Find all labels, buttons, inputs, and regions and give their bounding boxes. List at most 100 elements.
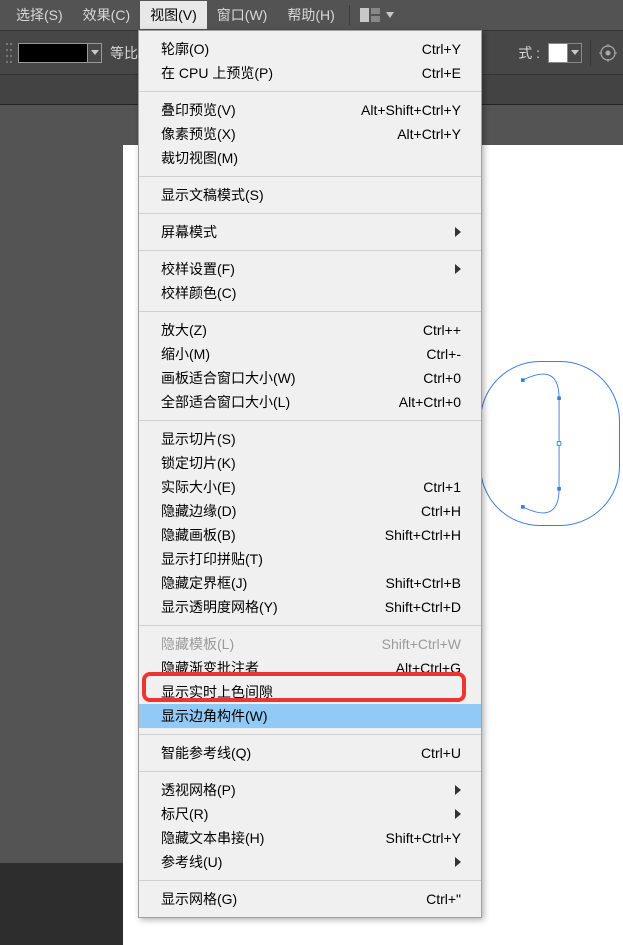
menu-item[interactable]: 校样颜色(C)	[139, 281, 481, 305]
menu-item-shortcut: Alt+Shift+Ctrl+Y	[361, 102, 461, 118]
toolbar-grip[interactable]	[6, 40, 12, 66]
menu-item[interactable]: 叠印预览(V) Alt+Shift+Ctrl+Y	[139, 98, 481, 122]
menu-item-shortcut: Alt+Ctrl+Y	[397, 126, 461, 142]
menu-item[interactable]: 显示透明度网格(Y) Shift+Ctrl+D	[139, 595, 481, 619]
menu-item-label: 像素预览(X)	[161, 124, 387, 144]
style-dropdown[interactable]	[568, 43, 582, 63]
menu-item[interactable]: 隐藏渐变批注者 Alt+Ctrl+G	[139, 656, 481, 680]
submenu-arrow-icon	[453, 224, 461, 240]
menu-item[interactable]: 实际大小(E) Ctrl+1	[139, 475, 481, 499]
menu-item[interactable]: 隐藏画板(B) Shift+Ctrl+H	[139, 523, 481, 547]
menu-item-shortcut: Ctrl++	[423, 322, 461, 338]
menu-item-label: 显示文稿模式(S)	[161, 185, 451, 205]
menu-item-label: 校样颜色(C)	[161, 283, 451, 303]
menu-item[interactable]: 像素预览(X) Alt+Ctrl+Y	[139, 122, 481, 146]
style-label: 式 :	[518, 43, 540, 63]
menu-item-label: 显示透明度网格(Y)	[161, 597, 375, 617]
menu-item[interactable]: 参考线(U)	[139, 850, 481, 874]
menu-item[interactable]: 智能参考线(Q) Ctrl+U	[139, 741, 481, 765]
menu-item-label: 显示网格(G)	[161, 889, 416, 909]
menu-item-label: 全部适合窗口大小(L)	[161, 392, 389, 412]
menu-item-shortcut: Ctrl+1	[423, 479, 461, 495]
menu-item-label: 校样设置(F)	[161, 259, 453, 279]
menu-item-shortcut: Shift+Ctrl+B	[386, 575, 461, 591]
menu-item[interactable]: 隐藏边缘(D) Ctrl+H	[139, 499, 481, 523]
submenu-arrow-icon	[453, 261, 461, 277]
menu-item-label: 智能参考线(Q)	[161, 743, 411, 763]
menu-item[interactable]: 显示边角构件(W)	[139, 704, 481, 728]
menu-item-label: 锁定切片(K)	[161, 453, 451, 473]
target-icon[interactable]	[599, 44, 617, 62]
selected-path[interactable]	[480, 361, 620, 526]
menu-item-label: 隐藏画板(B)	[161, 525, 375, 545]
menu-item-shortcut: Shift+Ctrl+W	[382, 636, 461, 652]
toolbar-right: 式 :	[518, 30, 623, 75]
menu-item[interactable]: 裁切视图(M)	[139, 146, 481, 170]
menu-item-label: 画板适合窗口大小(W)	[161, 368, 413, 388]
menu-item-shortcut: Shift+Ctrl+Y	[386, 830, 461, 846]
menu-item[interactable]: 屏幕模式	[139, 220, 481, 244]
menu-item-shortcut: Alt+Ctrl+G	[396, 660, 461, 676]
menu-item[interactable]: 校样设置(F)	[139, 257, 481, 281]
menu-item-shortcut: Ctrl+H	[421, 503, 461, 519]
menu-item[interactable]: 标尺(R)	[139, 802, 481, 826]
menubar-separator	[349, 5, 350, 25]
menu-item[interactable]: 隐藏文本串接(H) Shift+Ctrl+Y	[139, 826, 481, 850]
menu-item-label: 实际大小(E)	[161, 477, 413, 497]
menu-help[interactable]: 帮助(H)	[277, 1, 344, 29]
menu-item[interactable]: 轮廓(O) Ctrl+Y	[139, 37, 481, 61]
menu-item-label: 裁切视图(M)	[161, 148, 451, 168]
menu-item[interactable]: 放大(Z) Ctrl++	[139, 318, 481, 342]
menu-item-shortcut: Ctrl+Y	[422, 41, 461, 57]
menu-item[interactable]: 显示打印拼贴(T)	[139, 547, 481, 571]
submenu-arrow-icon	[453, 782, 461, 798]
menu-select[interactable]: 选择(S)	[6, 1, 73, 29]
menu-item-shortcut: Ctrl+U	[421, 745, 461, 761]
menu-item-label: 轮廓(O)	[161, 39, 412, 59]
menu-item-shortcut: Ctrl+"	[426, 891, 461, 907]
menu-item-shortcut: Ctrl+E	[422, 65, 461, 81]
menu-item-label: 显示打印拼贴(T)	[161, 549, 451, 569]
menu-item-shortcut: Shift+Ctrl+D	[385, 599, 461, 615]
menu-item[interactable]: 在 CPU 上预览(P)Ctrl+E	[139, 61, 481, 85]
ratio-label: 等比	[110, 43, 138, 63]
menu-item[interactable]: 显示实时上色间隙	[139, 680, 481, 704]
menu-item[interactable]: 画板适合窗口大小(W) Ctrl+0	[139, 366, 481, 390]
menu-item[interactable]: 隐藏定界框(J) Shift+Ctrl+B	[139, 571, 481, 595]
menu-effect[interactable]: 效果(C)	[73, 1, 140, 29]
menu-item-label: 隐藏边缘(D)	[161, 501, 411, 521]
menu-item-label: 隐藏文本串接(H)	[161, 828, 376, 848]
menu-item[interactable]: 显示文稿模式(S)	[139, 183, 481, 207]
top-menubar: 选择(S) 效果(C) 视图(V) 窗口(W) 帮助(H)	[0, 0, 623, 30]
menu-item[interactable]: 缩小(M)Ctrl+-	[139, 342, 481, 366]
menu-item[interactable]: 全部适合窗口大小(L) Alt+Ctrl+0	[139, 390, 481, 414]
menu-item-label: 显示切片(S)	[161, 429, 451, 449]
menu-item-shortcut: Alt+Ctrl+0	[399, 394, 461, 410]
menu-view[interactable]: 视图(V)	[140, 1, 207, 29]
layout-switcher[interactable]	[360, 8, 394, 22]
submenu-arrow-icon	[453, 854, 461, 870]
menu-item-label: 隐藏定界框(J)	[161, 573, 376, 593]
stroke-swatch[interactable]	[18, 43, 88, 63]
menu-item-label: 透视网格(P)	[161, 780, 453, 800]
menu-item-label: 隐藏模板(L)	[161, 634, 372, 654]
menu-item[interactable]: 锁定切片(K)	[139, 451, 481, 475]
menu-item-shortcut: Ctrl+0	[423, 370, 461, 386]
menu-item-label: 屏幕模式	[161, 222, 453, 242]
menu-item: 隐藏模板(L) Shift+Ctrl+W	[139, 632, 481, 656]
style-color[interactable]	[548, 43, 568, 63]
menu-item-label: 显示实时上色间隙	[161, 682, 451, 702]
menu-item-label: 参考线(U)	[161, 852, 453, 872]
menu-item-label: 隐藏渐变批注者	[161, 658, 386, 678]
menu-item[interactable]: 显示网格(G) Ctrl+"	[139, 887, 481, 911]
menu-window[interactable]: 窗口(W)	[207, 1, 278, 29]
menu-item[interactable]: 透视网格(P)	[139, 778, 481, 802]
view-menu-dropdown: 轮廓(O) Ctrl+Y 在 CPU 上预览(P)Ctrl+E 叠印预览(V) Alt+…	[138, 30, 482, 918]
menu-item-label: 叠印预览(V)	[161, 100, 351, 120]
menu-item-label: 显示边角构件(W)	[161, 706, 451, 726]
menu-item-shortcut: Shift+Ctrl+H	[385, 527, 461, 543]
menu-item[interactable]: 显示切片(S)	[139, 427, 481, 451]
chevron-down-icon	[386, 12, 394, 18]
menu-item-label: 放大(Z)	[161, 320, 413, 340]
stroke-dropdown[interactable]	[88, 43, 102, 63]
